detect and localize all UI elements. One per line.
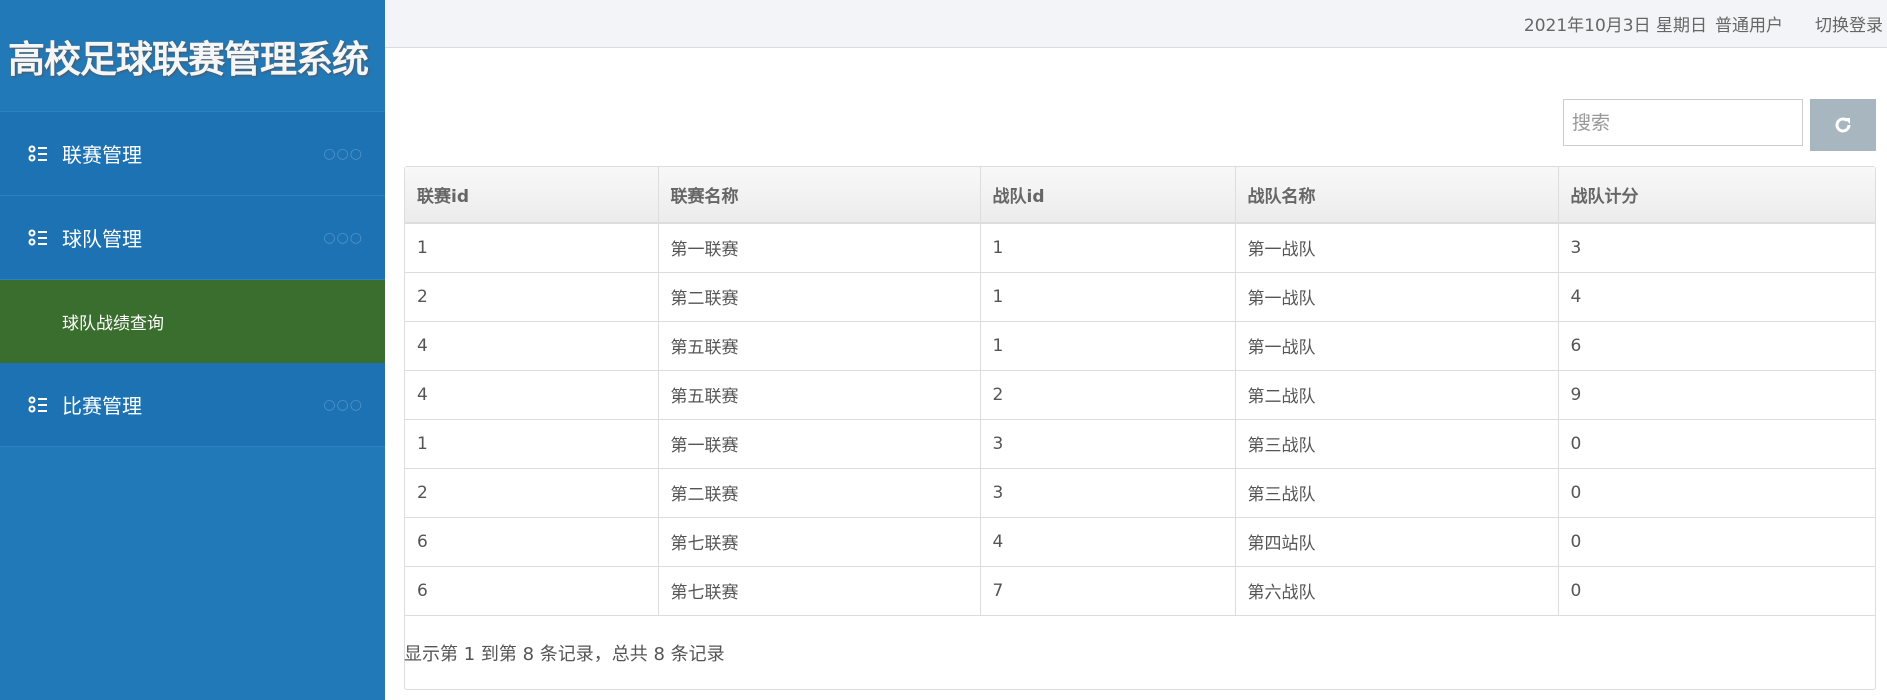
- more-dots-icon: ○○○: [323, 145, 363, 162]
- table-cell: 第七联赛: [658, 566, 981, 616]
- list-icon: [28, 396, 47, 412]
- table-cell: 4: [405, 370, 659, 420]
- menu-label: 联赛管理: [62, 143, 142, 167]
- table-cell: 6: [405, 517, 659, 567]
- table-cell: 4: [405, 321, 659, 371]
- table-row[interactable]: 4 第五联赛 1 第一战队 6: [405, 321, 1875, 371]
- list-icon: [28, 145, 47, 161]
- table-cell: 第五联赛: [658, 321, 981, 371]
- table-cell: 2: [980, 370, 1236, 420]
- list-icon: [28, 229, 47, 245]
- search-input[interactable]: [1563, 99, 1803, 146]
- table-cell: 0: [1558, 517, 1875, 567]
- submenu-team-record-query[interactable]: 球队战绩查询: [0, 280, 385, 363]
- table-header-row: 联赛id 联赛名称 战队id 战队名称 战队计分: [405, 167, 1875, 224]
- table-row[interactable]: 2 第二联赛 1 第一战队 4: [405, 272, 1875, 322]
- table-row[interactable]: 1 第一联赛 1 第一战队 3: [405, 223, 1875, 273]
- table-cell: 3: [980, 419, 1236, 469]
- table-cell: 第一战队: [1235, 321, 1559, 371]
- table-cell: 第三战队: [1235, 419, 1559, 469]
- table-cell: 第三战队: [1235, 468, 1559, 518]
- table-row[interactable]: 4 第五联赛 2 第二战队 9: [405, 370, 1875, 420]
- table-cell: 第一战队: [1235, 272, 1559, 322]
- table-cell: 第一战队: [1235, 223, 1559, 273]
- app-logo: 高校足球联赛管理系统: [0, 0, 385, 112]
- menu-match-management[interactable]: 比赛管理 ○○○: [0, 363, 385, 447]
- table-cell: 第二战队: [1235, 370, 1559, 420]
- table-row[interactable]: 2 第二联赛 3 第三战队 0: [405, 468, 1875, 518]
- table-cell: 第一联赛: [658, 223, 981, 273]
- column-header[interactable]: 战队计分: [1558, 167, 1875, 224]
- menu-label: 比赛管理: [62, 394, 142, 418]
- menu-team-management[interactable]: 球队管理 ○○○: [0, 196, 385, 280]
- table-cell: 第二联赛: [658, 272, 981, 322]
- switch-login-link[interactable]: 切换登录: [1815, 11, 1883, 36]
- column-header[interactable]: 联赛id: [405, 167, 659, 224]
- table-cell: 3: [980, 468, 1236, 518]
- menu-league-management[interactable]: 联赛管理 ○○○: [0, 112, 385, 196]
- table-cell: 0: [1558, 419, 1875, 469]
- more-dots-icon: ○○○: [323, 396, 363, 413]
- table-cell: 3: [1558, 223, 1875, 273]
- current-date: 2021年10月3日 星期日: [1523, 16, 1707, 36]
- top-bar: 2021年10月3日 星期日 普通用户 切换登录: [385, 0, 1887, 48]
- table-cell: 4: [1558, 272, 1875, 322]
- table-cell: 2: [405, 272, 659, 322]
- table-cell: 第四站队: [1235, 517, 1559, 567]
- table-cell: 0: [1558, 468, 1875, 518]
- table-cell: 1: [405, 223, 659, 273]
- refresh-button[interactable]: [1810, 99, 1876, 151]
- column-header[interactable]: 联赛名称: [658, 167, 981, 224]
- pagination-summary: 显示第 1 到第 8 条记录，总共 8 条记录: [404, 644, 725, 665]
- table-row[interactable]: 1 第一联赛 3 第三战队 0: [405, 419, 1875, 469]
- more-dots-icon: ○○○: [323, 229, 363, 246]
- table-cell: 4: [980, 517, 1236, 567]
- table-cell: 第六战队: [1235, 566, 1559, 616]
- refresh-icon: [1835, 117, 1851, 133]
- table-cell: 6: [405, 566, 659, 616]
- results-table: 联赛id 联赛名称 战队id 战队名称 战队计分 1 第一联赛 1 第一战队 3 2 第二联…: [404, 166, 1876, 690]
- table-row[interactable]: 6 第七联赛 7 第六战队 0: [405, 566, 1875, 616]
- table-cell: 第七联赛: [658, 517, 981, 567]
- table-cell: 1: [980, 272, 1236, 322]
- table-cell: 1: [980, 223, 1236, 273]
- table-cell: 1: [405, 419, 659, 469]
- table-cell: 2: [405, 468, 659, 518]
- column-header[interactable]: 战队id: [980, 167, 1236, 224]
- table-row[interactable]: 6 第七联赛 4 第四站队 0: [405, 517, 1875, 567]
- sidebar: 高校足球联赛管理系统 联赛管理 ○○○ 球队管理 ○○○ 球队战绩查询 比赛管理…: [0, 0, 385, 700]
- table-cell: 第一联赛: [658, 419, 981, 469]
- column-header[interactable]: 战队名称: [1235, 167, 1559, 224]
- table-cell: 6: [1558, 321, 1875, 371]
- table-cell: 第二联赛: [658, 468, 981, 518]
- table-cell: 9: [1558, 370, 1875, 420]
- user-role: 普通用户: [1715, 16, 1783, 36]
- menu-label: 球队管理: [62, 227, 142, 251]
- table-cell: 0: [1558, 566, 1875, 616]
- table-cell: 7: [980, 566, 1236, 616]
- table-cell: 第五联赛: [658, 370, 981, 420]
- table-cell: 1: [980, 321, 1236, 371]
